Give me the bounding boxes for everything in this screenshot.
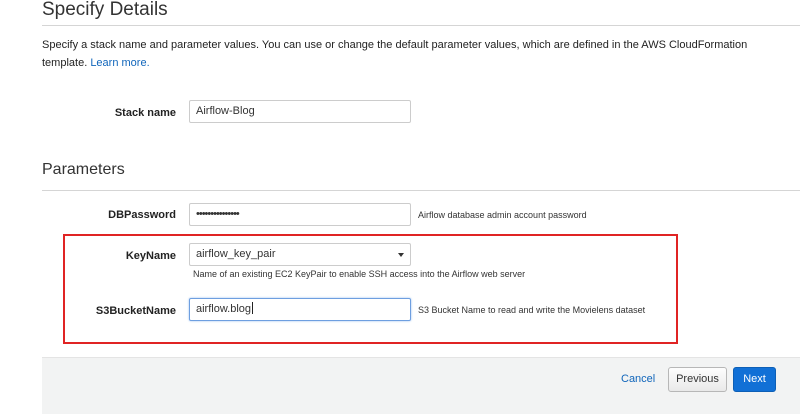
db-password-label: DBPassword [108,209,176,221]
s3-bucket-name-label: S3BucketName [95,305,176,317]
parameters-divider [42,190,800,191]
page-description: Specify a stack name and parameter value… [42,36,794,72]
key-name-label: KeyName [125,250,176,262]
cancel-button[interactable]: Cancel [621,373,655,385]
s3-bucket-name-hint: S3 Bucket Name to read and write the Mov… [418,305,646,315]
key-name-hint: Name of an existing EC2 KeyPair to enabl… [193,269,526,279]
key-name-select[interactable]: airflow_key_pair [189,243,411,266]
chevron-down-icon [398,253,404,257]
title-divider [42,25,800,26]
key-name-value: airflow_key_pair [196,248,276,260]
db-password-input[interactable]: ••••••••••••••• [189,203,411,226]
next-button[interactable]: Next [733,367,776,392]
stack-name-input[interactable]: Airflow-Blog [189,100,411,123]
parameters-heading: Parameters [42,161,125,178]
s3-bucket-name-value: airflow.blog [196,303,252,315]
page-title: Specify Details [42,0,168,20]
stack-name-value: Airflow-Blog [196,105,255,117]
db-password-value: ••••••••••••••• [196,208,240,220]
s3-bucket-name-input[interactable]: airflow.blog [189,298,411,321]
text-cursor [252,302,254,314]
learn-more-link[interactable]: Learn more. [90,57,149,69]
db-password-hint: Airflow database admin account password [418,210,587,220]
stack-name-label: Stack name [114,107,176,119]
previous-button[interactable]: Previous [668,367,727,392]
